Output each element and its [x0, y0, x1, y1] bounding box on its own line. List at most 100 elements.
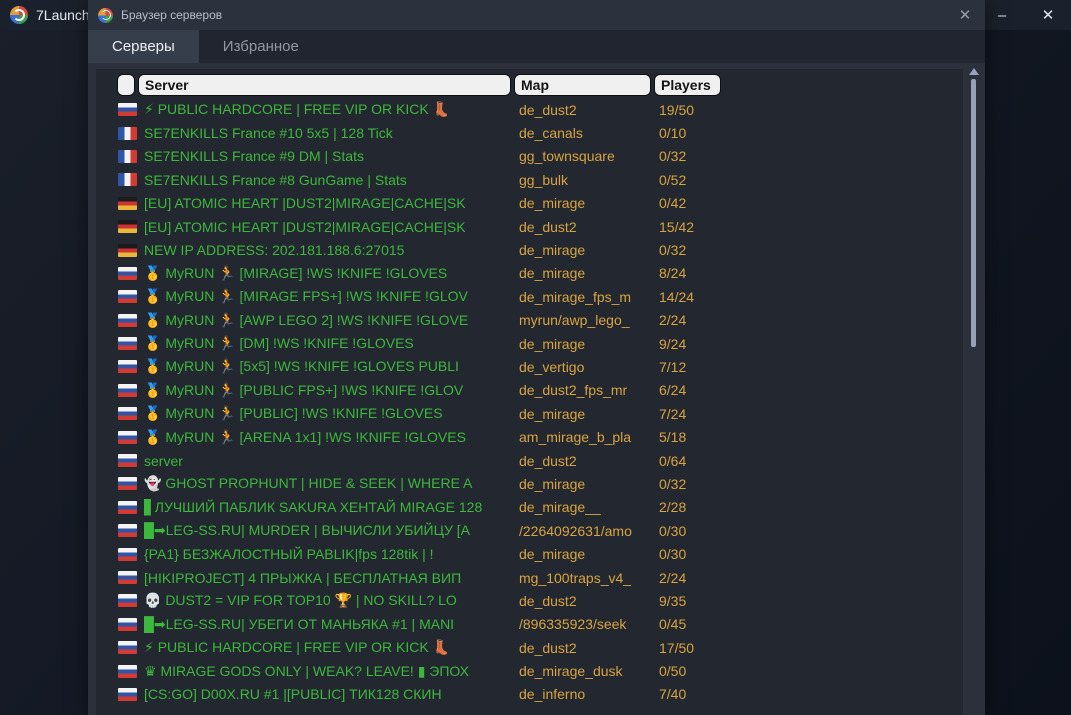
country-flag-icon	[118, 197, 137, 210]
server-map: /2264092631/amo	[519, 523, 659, 539]
server-name: {PA1} БЕЗЖАЛОСТНЫЙ PABLIK|fps 128tik | !	[144, 546, 519, 562]
server-row[interactable]: 🥇 MyRUN 🏃 [MIRAGE] !WS !KNIFE !GLOVES de…	[96, 262, 963, 285]
server-row[interactable]: [EU] ATOMIC HEART |DUST2|MIRAGE|CACHE|SK…	[96, 215, 963, 238]
dialog-close-icon[interactable]: ✕	[945, 0, 985, 30]
server-players: 7/12	[659, 359, 963, 375]
server-players: 7/40	[659, 686, 963, 702]
server-row[interactable]: █➡LEG-SS.RU| MURDER | ВЫЧИСЛИ УБИЙЦУ [A …	[96, 519, 963, 542]
country-flag-icon	[118, 173, 137, 186]
server-row[interactable]: [EU] ATOMIC HEART |DUST2|MIRAGE|CACHE|SK…	[96, 192, 963, 215]
server-map: de_vertigo	[519, 359, 659, 375]
server-row[interactable]: █➡LEG-SS.RU| УБЕГИ ОТ МАНЬЯКА #1 | MANI …	[96, 613, 963, 636]
server-row[interactable]: 💀 DUST2 = VIP FOR TOP10 🏆 | NO SKILL? LO…	[96, 589, 963, 612]
country-flag-icon	[118, 641, 137, 654]
server-map: myrun/awp_lego_	[519, 312, 659, 328]
server-row[interactable]: NEW IP ADDRESS: 202.181.188.6:27015 de_m…	[96, 238, 963, 261]
scrollbar[interactable]	[966, 66, 981, 715]
server-row[interactable]: SE7ENKILLS France #10 5x5 | 128 Tick de_…	[96, 121, 963, 144]
server-name: NEW IP ADDRESS: 202.181.188.6:27015	[144, 242, 519, 258]
country-flag-icon	[118, 150, 137, 163]
server-row[interactable]: [CS:GO] D00X.RU #1 |[PUBLIC] ТИК128 СКИН…	[96, 683, 963, 706]
country-flag-icon	[118, 571, 137, 584]
column-header-server[interactable]: Server	[138, 74, 511, 96]
country-flag-icon	[118, 548, 137, 561]
server-rows: ⚡ PUBLIC HARDCORE | FREE VIP OR KICK 👢 d…	[96, 98, 963, 706]
server-row[interactable]: 🥇 MyRUN 🏃 [PUBLIC] !WS !KNIFE !GLOVES de…	[96, 402, 963, 425]
dialog-titlebar[interactable]: Браузер серверов ✕	[88, 0, 985, 30]
server-row[interactable]: 🥇 MyRUN 🏃 [ARENA 1x1] !WS !KNIFE !GLOVES…	[96, 425, 963, 448]
server-row[interactable]: 🥇 MyRUN 🏃 [DM] !WS !KNIFE !GLOVES de_mir…	[96, 332, 963, 355]
server-row[interactable]: ▋ЛУЧШИЙ ПАБЛИК SAKURA ХЕНТАЙ MIRAGE 128 …	[96, 496, 963, 519]
server-name: SE7ENKILLS France #8 GunGame | Stats	[144, 172, 519, 188]
server-browser-dialog: Браузер серверов ✕ Серверы Избранное Ser…	[88, 0, 985, 715]
tab-servers[interactable]: Серверы	[88, 30, 199, 63]
server-players: 19/50	[659, 102, 963, 118]
server-map: de_dust2_fps_mr	[519, 382, 659, 398]
column-header-favorite[interactable]	[117, 74, 135, 96]
minimize-button[interactable]: –	[979, 0, 1025, 30]
country-flag-icon	[118, 688, 137, 701]
server-row[interactable]: ♛ MIRAGE GODS ONLY | WEAK? LEAVE! ▮ ЭПОХ…	[96, 659, 963, 682]
scroll-up-icon[interactable]	[969, 68, 979, 75]
dialog-logo-icon	[98, 8, 113, 23]
scrollbar-thumb[interactable]	[971, 79, 976, 347]
server-row[interactable]: 🥇 MyRUN 🏃 [AWP LEGO 2] !WS !KNIFE !GLOVE…	[96, 309, 963, 332]
country-flag-icon	[118, 454, 137, 467]
server-list-panel: Server Map Players ⚡ PUBLIC HARDCORE | F…	[96, 69, 963, 715]
country-flag-icon	[118, 360, 137, 373]
server-row[interactable]: {PA1} БЕЗЖАЛОСТНЫЙ PABLIK|fps 128tik | !…	[96, 542, 963, 565]
column-header-players[interactable]: Players	[654, 74, 721, 96]
server-row[interactable]: 👻 GHOST PROPHUNT | HIDE & SEEK | WHERE A…	[96, 472, 963, 495]
tab-favorites[interactable]: Избранное	[199, 30, 323, 63]
window-controls: – ✕	[979, 0, 1071, 30]
server-row[interactable]: SE7ENKILLS France #9 DM | Stats gg_towns…	[96, 145, 963, 168]
country-flag-icon	[118, 103, 137, 116]
country-flag-icon	[118, 384, 137, 397]
server-players: 0/42	[659, 195, 963, 211]
column-header-map[interactable]: Map	[514, 74, 651, 96]
server-name: [HIKIPROJECT] 4 ПРЫЖКА | БЕСПЛАТНАЯ ВИП	[144, 570, 519, 586]
server-players: 15/42	[659, 219, 963, 235]
server-players: 0/32	[659, 242, 963, 258]
server-name: █➡LEG-SS.RU| MURDER | ВЫЧИСЛИ УБИЙЦУ [A	[144, 522, 519, 539]
tab-bar: Серверы Избранное	[88, 30, 985, 63]
server-players: 5/18	[659, 429, 963, 445]
server-row[interactable]: ⚡ PUBLIC HARDCORE | FREE VIP OR KICK 👢 d…	[96, 98, 963, 121]
server-row[interactable]: ⚡ PUBLIC HARDCORE | FREE VIP OR KICK 👢 d…	[96, 636, 963, 659]
server-name: 🥇 MyRUN 🏃 [AWP LEGO 2] !WS !KNIFE !GLOVE	[144, 312, 519, 329]
server-players: 0/45	[659, 616, 963, 632]
server-map: de_mirage	[519, 242, 659, 258]
dialog-title: Браузер серверов	[121, 8, 222, 22]
country-flag-icon	[118, 524, 137, 537]
server-map: de_mirage	[519, 476, 659, 492]
close-window-button[interactable]: ✕	[1025, 0, 1071, 30]
country-flag-icon	[118, 431, 137, 444]
server-name: █➡LEG-SS.RU| УБЕГИ ОТ МАНЬЯКА #1 | MANI	[144, 616, 519, 633]
server-name: 🥇 MyRUN 🏃 [PUBLIC FPS+] !WS !KNIFE !GLOV	[144, 382, 519, 399]
server-players: 6/24	[659, 382, 963, 398]
server-name: 🥇 MyRUN 🏃 [ARENA 1x1] !WS !KNIFE !GLOVES	[144, 429, 519, 446]
server-row[interactable]: server de_dust2 0/64	[96, 449, 963, 472]
server-players: 0/52	[659, 172, 963, 188]
server-name: 🥇 MyRUN 🏃 [DM] !WS !KNIFE !GLOVES	[144, 335, 519, 352]
dialog-content: Server Map Players ⚡ PUBLIC HARDCORE | F…	[88, 63, 985, 715]
server-players: 14/24	[659, 289, 963, 305]
server-map: gg_bulk	[519, 172, 659, 188]
server-row[interactable]: 🥇 MyRUN 🏃 [PUBLIC FPS+] !WS !KNIFE !GLOV…	[96, 379, 963, 402]
country-flag-icon	[118, 220, 137, 233]
server-row[interactable]: [HIKIPROJECT] 4 ПРЫЖКА | БЕСПЛАТНАЯ ВИП …	[96, 566, 963, 589]
server-players: 7/24	[659, 406, 963, 422]
server-map: de_mirage_fps_m	[519, 289, 659, 305]
server-name: ⚡ PUBLIC HARDCORE | FREE VIP OR KICK 👢	[144, 639, 519, 656]
server-name: 👻 GHOST PROPHUNT | HIDE & SEEK | WHERE A	[144, 475, 519, 492]
server-players: 0/50	[659, 663, 963, 679]
server-map: de_inferno	[519, 686, 659, 702]
server-row[interactable]: 🥇 MyRUN 🏃 [MIRAGE FPS+] !WS !KNIFE !GLOV…	[96, 285, 963, 308]
server-players: 2/24	[659, 570, 963, 586]
server-row[interactable]: SE7ENKILLS France #8 GunGame | Stats gg_…	[96, 168, 963, 191]
server-players: 2/24	[659, 312, 963, 328]
server-map: de_mirage__	[519, 499, 659, 515]
server-map: de_mirage	[519, 195, 659, 211]
country-flag-icon	[118, 477, 137, 490]
server-row[interactable]: 🥇 MyRUN 🏃 [5x5] !WS !KNIFE !GLOVES PUBLI…	[96, 355, 963, 378]
